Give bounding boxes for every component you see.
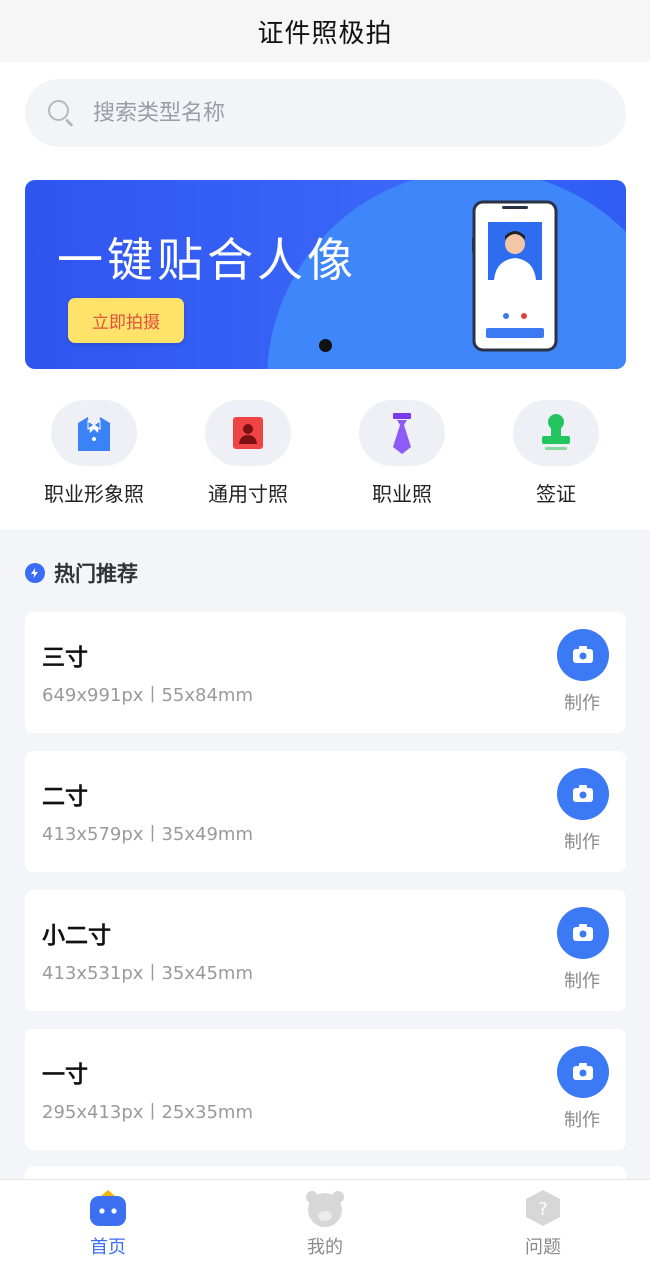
category-label: 签证 xyxy=(536,482,576,506)
size-name: 二寸 xyxy=(42,784,88,810)
app-header: 证件照极拍 xyxy=(0,0,650,62)
make-button[interactable] xyxy=(557,1046,609,1098)
size-spec: 295x413px丨25x35mm xyxy=(42,1102,253,1123)
section-title: 热门推荐 xyxy=(54,562,138,586)
tab-label: 我的 xyxy=(307,1237,343,1258)
category-visa[interactable]: 签证 xyxy=(479,400,633,507)
shoot-now-button[interactable]: 立即拍摄 xyxy=(68,298,184,343)
make-button[interactable] xyxy=(557,768,609,820)
make-button[interactable] xyxy=(557,629,609,681)
bear-face-icon xyxy=(306,1191,344,1227)
category-professional-image[interactable]: 职业形象照 xyxy=(17,400,171,507)
svg-text:?: ? xyxy=(538,1199,548,1220)
stamp-icon xyxy=(542,414,570,450)
search-bar[interactable] xyxy=(25,79,626,147)
camera-icon xyxy=(573,1063,593,1080)
category-icon-bg xyxy=(359,400,445,466)
phone-illustration-icon xyxy=(472,200,558,352)
tab-home[interactable]: 首页 xyxy=(48,1188,168,1259)
carousel-indicator[interactable] xyxy=(319,339,332,352)
home-robot-icon xyxy=(90,1190,126,1226)
make-label[interactable]: 制作 xyxy=(564,1106,600,1132)
lightning-icon xyxy=(25,563,45,583)
size-spec: 649x991px丨55x84mm xyxy=(42,685,253,706)
tab-label: 问题 xyxy=(525,1237,561,1258)
tab-questions[interactable]: ? 问题 xyxy=(483,1188,603,1259)
make-label[interactable]: 制作 xyxy=(564,967,600,993)
list-item[interactable]: 三寸 649x991px丨55x84mm 制作 xyxy=(25,612,626,733)
promo-banner[interactable]: 一键贴合人像 立即拍摄 xyxy=(25,180,626,369)
bottom-tab-bar: 首页 我的 ? 问题 xyxy=(0,1179,650,1267)
size-name: 三寸 xyxy=(42,645,88,671)
category-job-photo[interactable]: 职业照 xyxy=(325,400,479,507)
category-row: 职业形象照 通用寸照 职业照 签证 xyxy=(0,400,650,510)
size-name: 一寸 xyxy=(42,1062,88,1088)
top-area: 一键贴合人像 立即拍摄 职业形象照 xyxy=(0,62,650,530)
make-label[interactable]: 制作 xyxy=(564,689,600,715)
category-label: 通用寸照 xyxy=(208,482,288,506)
category-icon-bg xyxy=(513,400,599,466)
page-title: 证件照极拍 xyxy=(257,18,393,49)
category-icon-bg xyxy=(51,400,137,466)
make-label[interactable]: 制作 xyxy=(564,828,600,854)
list-item[interactable]: 二寸 413x579px丨35x49mm 制作 xyxy=(25,751,626,872)
hot-recommend-header: 热门推荐 xyxy=(25,558,138,588)
category-label: 职业照 xyxy=(372,482,432,506)
size-name: 小二寸 xyxy=(42,923,111,949)
banner-headline: 一键贴合人像 xyxy=(57,233,357,287)
tie-icon xyxy=(393,413,411,454)
camera-icon xyxy=(573,924,593,941)
list-item[interactable]: 小二寸 413x531px丨35x45mm 制作 xyxy=(25,890,626,1011)
camera-icon xyxy=(573,646,593,663)
size-spec: 413x579px丨35x49mm xyxy=(42,824,253,845)
portrait-icon xyxy=(233,417,263,449)
question-icon: ? xyxy=(526,1190,560,1226)
make-button[interactable] xyxy=(557,907,609,959)
category-general-photo[interactable]: 通用寸照 xyxy=(171,400,325,507)
search-input[interactable] xyxy=(93,100,573,126)
tab-label: 首页 xyxy=(90,1237,126,1258)
list-item[interactable]: 一寸 295x413px丨25x35mm 制作 xyxy=(25,1029,626,1150)
tab-mine[interactable]: 我的 xyxy=(265,1188,385,1259)
category-icon-bg xyxy=(205,400,291,466)
size-spec: 413x531px丨35x45mm xyxy=(42,963,253,984)
suit-icon xyxy=(78,417,110,451)
category-label: 职业形象照 xyxy=(44,482,144,506)
camera-icon xyxy=(573,785,593,802)
search-icon xyxy=(47,99,75,127)
